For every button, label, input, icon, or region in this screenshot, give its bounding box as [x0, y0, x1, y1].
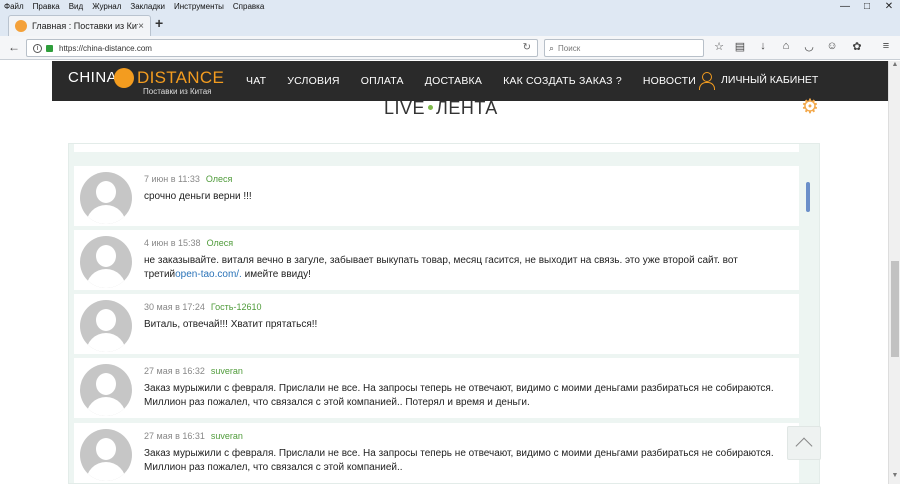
avatar	[80, 236, 132, 288]
reload-icon[interactable]: ↻	[523, 42, 531, 53]
site-header: CHINA DISTANCE Поставки из Китая ЧАТ УСЛ…	[52, 61, 888, 101]
comment-meta: 4 июн в 15:38 Олеся	[144, 238, 233, 248]
comment-author[interactable]: suveran	[211, 366, 243, 376]
pocket-icon[interactable]: ◡	[801, 40, 817, 53]
comment-text: Заказ мурыжили с февраля. Прислали не вс…	[144, 448, 774, 473]
menu-file[interactable]: Файл	[4, 2, 24, 11]
comment-card: 7 июн в 11:33 Олеся срочно деньги верни !…	[74, 166, 799, 226]
search-placeholder: Поиск	[558, 43, 581, 53]
url-bar[interactable]: i https://china-distance.com ↻	[26, 39, 538, 57]
menu-tools[interactable]: Инструменты	[174, 2, 224, 11]
title-dot-icon	[428, 105, 434, 111]
comment-card-partial	[74, 144, 799, 152]
nav-delivery[interactable]: ДОСТАВКА	[425, 75, 482, 87]
bookmark-star-icon[interactable]: ☆	[711, 40, 727, 53]
nav-chat[interactable]: ЧАТ	[246, 75, 266, 87]
comment-meta: 27 мая в 16:32 suveran	[144, 366, 243, 376]
gear-icon[interactable]: ⚙	[801, 97, 821, 117]
comment-text: срочно деньги верни !!!	[144, 191, 252, 202]
logo-distance-text: DISTANCE	[137, 68, 225, 87]
site-info-icon[interactable]: i	[33, 43, 42, 53]
comment-card: 27 мая в 16:31 suveran Заказ мурыжили с ф…	[74, 423, 799, 483]
menu-history[interactable]: Журнал	[92, 2, 121, 11]
comment-text: Заказ мурыжили с февраля. Прислали не вс…	[144, 383, 774, 408]
main-nav: ЧАТ УСЛОВИЯ ОПЛАТА ДОСТАВКА КАК СОЗДАТЬ …	[246, 61, 717, 101]
logo-china-text: CHINA	[68, 69, 118, 86]
comment-date: 7 июн в 11:33	[144, 174, 200, 184]
comment-date: 30 мая в 17:24	[144, 302, 205, 312]
scroll-down-arrow-icon[interactable]: ▼	[889, 472, 900, 484]
nav-conditions[interactable]: УСЛОВИЯ	[287, 75, 340, 87]
comment-author[interactable]: suveran	[211, 431, 243, 441]
comment-text: Виталь, отвечай!!! Хватит прятаться!!	[144, 319, 318, 330]
back-button[interactable]: ←	[8, 40, 20, 54]
comment-meta: 7 июн в 11:33 Олеся	[144, 174, 232, 184]
menu-help[interactable]: Справка	[233, 2, 264, 11]
page-scrollbar-thumb[interactable]	[891, 261, 899, 357]
favicon-icon	[15, 20, 27, 32]
hamburger-menu-icon[interactable]: ≡	[878, 40, 894, 52]
url-text[interactable]: https://china-distance.com	[59, 44, 152, 53]
comment-meta: 30 мая в 17:24 Гость-12610	[144, 302, 262, 312]
logo-tagline: Поставки из Китая	[143, 87, 212, 96]
comment-card: 4 июн в 15:38 Олеся не заказывайте. витал…	[74, 230, 799, 290]
comment-text-part: имейте ввиду!	[241, 269, 311, 280]
comment-author[interactable]: Гость-12610	[211, 302, 262, 312]
menu-bookmarks[interactable]: Закладки	[130, 2, 165, 11]
sync-icon[interactable]: ☺	[824, 40, 840, 52]
live-feed: 7 июн в 11:33 Олеся срочно деньги верни !…	[68, 143, 820, 484]
live-title-left: LIVE	[384, 98, 426, 118]
navigation-bar: ← i https://china-distance.com ↻ ⌕ Поиск…	[0, 36, 900, 60]
menu-edit[interactable]: Правка	[33, 2, 60, 11]
nav-news[interactable]: НОВОСТИ	[643, 75, 696, 87]
cabinet-label: ЛИЧНЫЙ КАБИНЕТ	[721, 74, 819, 86]
search-icon: ⌕	[549, 42, 555, 53]
tab-title: Главная : Поставки из Китая	[32, 21, 138, 31]
live-title-right: ЛЕНТА	[436, 98, 498, 118]
nav-payment[interactable]: ОПЛАТА	[361, 75, 404, 87]
library-icon[interactable]: ▤	[732, 40, 748, 53]
tab-main[interactable]: Главная : Поставки из Китая ×	[8, 15, 151, 36]
page-scrollbar[interactable]: ▲ ▼	[888, 61, 900, 484]
nav-how-to-order[interactable]: КАК СОЗДАТЬ ЗАКАЗ ?	[503, 75, 622, 87]
feed-scrollbar-thumb[interactable]	[806, 182, 810, 212]
personal-cabinet-link[interactable]: ЛИЧНЫЙ КАБИНЕТ	[699, 72, 819, 90]
comment-date: 27 мая в 16:31	[144, 431, 205, 441]
comment-date: 27 мая в 16:32	[144, 366, 205, 376]
comment-meta: 27 мая в 16:31 suveran	[144, 431, 243, 441]
comment-link[interactable]: open-tao.com/.	[175, 269, 242, 280]
menu-bar: Файл Правка Вид Журнал Закладки Инструме…	[0, 0, 900, 12]
comment-card: 30 мая в 17:24 Гость-12610 Виталь, отвеча…	[74, 294, 799, 354]
download-icon[interactable]: ↓	[755, 40, 771, 52]
logo-basket-icon	[114, 68, 134, 88]
comment-author[interactable]: Олеся	[206, 174, 233, 184]
comment-card: 27 мая в 16:32 suveran Заказ мурыжили с ф…	[74, 358, 799, 418]
comment-text: не заказывайте. виталя вечно в загуле, з…	[144, 254, 794, 282]
avatar	[80, 300, 132, 352]
comment-author[interactable]: Олеся	[207, 238, 234, 248]
scroll-to-top-button[interactable]	[787, 426, 821, 460]
live-feed-title: LIVE ЛЕНТА	[384, 98, 498, 119]
avatar	[80, 172, 132, 224]
user-icon	[699, 72, 715, 90]
search-input[interactable]: ⌕ Поиск	[544, 39, 704, 57]
comment-date: 4 июн в 15:38	[144, 238, 201, 248]
chevron-up-icon	[795, 437, 813, 455]
extension-icon[interactable]: ✿	[849, 40, 865, 53]
avatar	[80, 429, 132, 481]
lock-icon	[46, 44, 53, 52]
scroll-up-arrow-icon[interactable]: ▲	[889, 61, 900, 73]
close-tab-icon[interactable]: ×	[138, 21, 144, 32]
menu-view[interactable]: Вид	[69, 2, 83, 11]
avatar	[80, 364, 132, 416]
new-tab-button[interactable]: +	[155, 15, 163, 31]
tab-strip: Главная : Поставки из Китая × +	[0, 12, 900, 36]
home-icon[interactable]: ⌂	[778, 40, 794, 52]
feed-list: 7 июн в 11:33 Олеся срочно деньги верни !…	[74, 144, 810, 484]
